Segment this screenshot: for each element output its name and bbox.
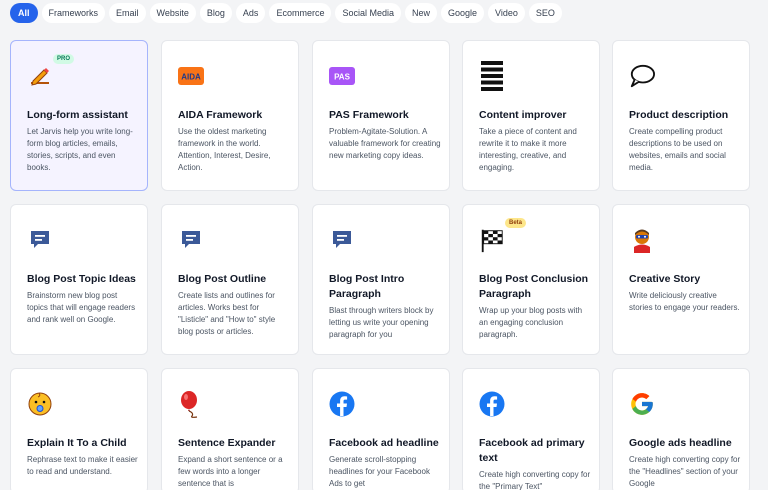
lines-icon (479, 61, 505, 91)
card-title: AIDA Framework (178, 109, 263, 121)
template-card-facebook-ad-headline[interactable]: Facebook ad headline Generate scroll-sto… (312, 368, 450, 490)
facebook-icon (479, 391, 505, 417)
aida-icon-label: AIDA (181, 73, 201, 82)
template-card-explain-it-to-a-child[interactable]: Explain It To a Child Rephrase text to m… (10, 368, 148, 490)
speech-bubble-icon (629, 63, 655, 89)
template-card-content-improver[interactable]: Content improver Take a piece of content… (462, 40, 600, 191)
chat-icon (27, 227, 53, 253)
card-description: Create high converting copy for the "Hea… (629, 455, 741, 488)
card-title: Blog Post Intro Paragraph (329, 273, 405, 300)
checkered-flag-icon (479, 227, 505, 253)
card-description: Use the oldest marketing framework in th… (178, 127, 271, 172)
card-description: Write deliciously creative stories to en… (629, 291, 740, 312)
card-description: Problem-Agitate-Solution. A valuable fra… (329, 127, 441, 160)
template-card-long-form-assistant[interactable]: PRO Long-form assistant Let Jarvis help … (10, 40, 148, 191)
card-title: Product description (629, 109, 729, 121)
card-title: PAS Framework (329, 109, 409, 121)
chat-icon (329, 227, 355, 253)
beta-badge: Beta (505, 218, 527, 228)
balloon-icon (178, 391, 204, 418)
card-title: Creative Story (629, 273, 701, 285)
card-description: Create high converting copy for the "Pri… (479, 470, 591, 490)
card-description: Take a piece of content and rewrite it t… (479, 127, 577, 172)
card-title: Blog Post Conclusion Paragraph (479, 273, 589, 300)
card-description: Create compelling product descriptions t… (629, 127, 726, 172)
template-card-product-description[interactable]: Product description Create compelling pr… (612, 40, 750, 191)
card-title: Google ads headline (629, 437, 732, 449)
card-title: Sentence Expander (178, 437, 276, 449)
card-description: Generate scroll-stopping headlines for y… (329, 455, 430, 488)
template-grid: PRO Long-form assistant Let Jarvis help … (0, 0, 768, 490)
aida-icon: AIDA (178, 63, 204, 89)
card-description: Rephrase text to make it easier to read … (27, 455, 138, 476)
pen-icon (27, 63, 53, 89)
card-description: Let Jarvis help you write long-form blog… (27, 127, 133, 172)
template-card-blog-post-intro-paragraph[interactable]: Blog Post Intro Paragraph Blast through … (312, 204, 450, 355)
card-description: Wrap up your blog posts with an engaging… (479, 306, 583, 339)
template-card-google-ads-headline[interactable]: Google ads headline Create high converti… (612, 368, 750, 490)
template-card-blog-post-conclusion-paragraph[interactable]: Beta Blog Post Conclusion Paragraph Wrap… (462, 204, 600, 355)
card-title: Long-form assistant (27, 109, 128, 121)
card-title: Content improver (479, 109, 567, 121)
pas-icon-label: PAS (334, 73, 351, 82)
template-card-facebook-ad-primary-text[interactable]: Facebook ad primary text Create high con… (462, 368, 600, 490)
superhero-icon (629, 227, 655, 253)
pro-badge: PRO (53, 54, 75, 64)
facebook-icon (329, 391, 355, 417)
card-description: Create lists and outlines for articles. … (178, 291, 276, 336)
card-title: Facebook ad primary text (479, 437, 585, 464)
baby-icon (27, 391, 53, 417)
template-card-pas-framework[interactable]: PAS PAS Framework Problem-Agitate-Soluti… (312, 40, 450, 191)
card-title: Blog Post Topic Ideas (27, 273, 136, 285)
card-title: Facebook ad headline (329, 437, 439, 449)
card-description: Blast through writers block by letting u… (329, 306, 434, 339)
pas-icon: PAS (329, 63, 355, 89)
chat-icon (178, 227, 204, 253)
template-card-aida-framework[interactable]: AIDA AIDA Framework Use the oldest marke… (161, 40, 299, 191)
template-card-creative-story[interactable]: Creative Story Write deliciously creativ… (612, 204, 750, 355)
template-card-sentence-expander[interactable]: Sentence Expander Expand a short sentenc… (161, 368, 299, 490)
card-title: Blog Post Outline (178, 273, 267, 285)
google-icon (629, 391, 655, 417)
card-description: Expand a short sentence or a few words i… (178, 455, 283, 488)
card-title: Explain It To a Child (27, 437, 127, 449)
template-card-blog-post-topic-ideas[interactable]: Blog Post Topic Ideas Brainstorm new blo… (10, 204, 148, 355)
template-card-blog-post-outline[interactable]: Blog Post Outline Create lists and outli… (161, 204, 299, 355)
card-description: Brainstorm new blog post topics that wil… (27, 291, 136, 324)
